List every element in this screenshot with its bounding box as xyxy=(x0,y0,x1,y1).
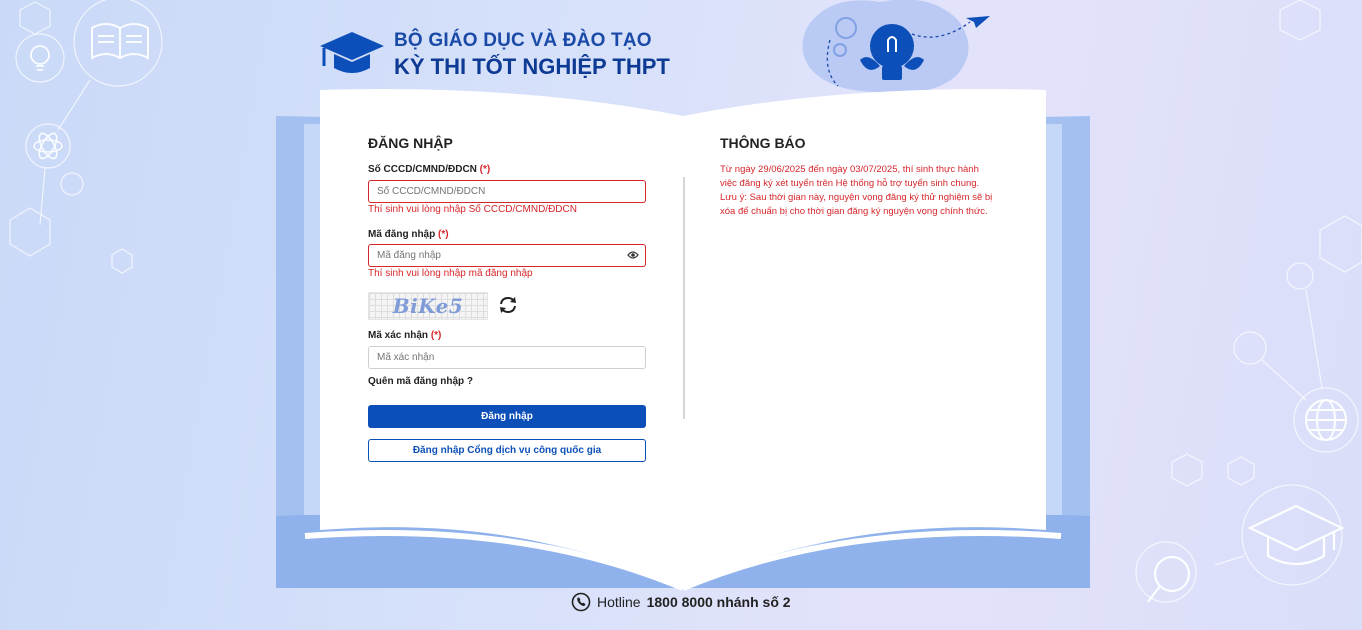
required-mark: (*) xyxy=(430,330,442,341)
id-error-message: Thí sinh vui lòng nhập Số CCCD/CMND/ĐDCN xyxy=(368,204,577,215)
verify-field-label: Mã xác nhận (*) xyxy=(368,330,441,341)
code-field-label-text: Mã đăng nhập xyxy=(368,229,436,240)
captcha-image: BiKe5 xyxy=(368,292,488,320)
id-number-input[interactable] xyxy=(368,180,646,203)
notice-paragraph: Lưu ý: Sau thời gian này, nguyện vọng đă… xyxy=(720,192,993,217)
notice-paragraph: Từ ngày 29/06/2025 đến ngày 03/07/2025, … xyxy=(720,164,980,189)
code-field-label: Mã đăng nhập (*) xyxy=(368,229,449,240)
hotline-number: 1800 8000 nhánh số 2 xyxy=(646,594,791,610)
login-title: ĐĂNG NHẬP xyxy=(368,135,453,151)
hotline-label: Hotline xyxy=(597,594,641,610)
notice-content: Từ ngày 29/06/2025 đến ngày 03/07/2025, … xyxy=(720,163,996,219)
id-field-label-text: Số CCCD/CMND/ĐDCN xyxy=(368,164,477,175)
open-book-pages xyxy=(304,89,1062,591)
hotline: Hotline 1800 8000 nhánh số 2 xyxy=(571,591,791,613)
refresh-captcha-icon[interactable] xyxy=(497,295,519,315)
id-field-label: Số CCCD/CMND/ĐDCN (*) xyxy=(368,164,490,175)
notice-title: THÔNG BÁO xyxy=(720,135,806,151)
forgot-code-link[interactable]: Quên mã đăng nhập ? xyxy=(368,376,473,387)
phone-icon xyxy=(571,592,591,612)
page-divider xyxy=(683,177,685,419)
verify-field-label-text: Mã xác nhận xyxy=(368,330,429,341)
national-portal-login-button[interactable]: Đăng nhập Cổng dịch vụ công quốc gia xyxy=(368,439,646,462)
login-button[interactable]: Đăng nhập xyxy=(368,405,646,428)
login-code-input[interactable] xyxy=(368,244,646,267)
required-mark: (*) xyxy=(479,164,491,175)
show-password-eye-icon[interactable] xyxy=(627,250,639,260)
code-error-message: Thí sinh vui lòng nhập mã đăng nhập xyxy=(368,268,533,279)
login-code-wrapper xyxy=(368,244,646,267)
required-mark: (*) xyxy=(438,229,449,240)
verify-code-input[interactable] xyxy=(368,346,646,369)
